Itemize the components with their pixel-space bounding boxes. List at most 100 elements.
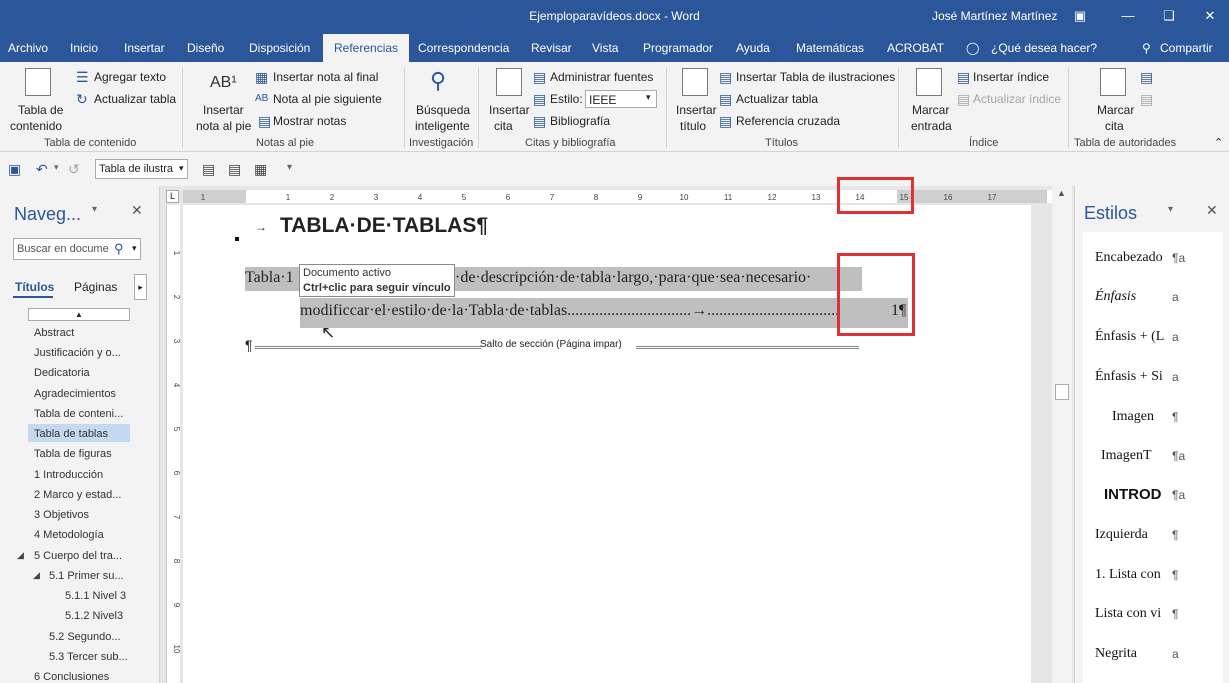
nav-item-marco[interactable]: 2 Marco y estad... (34, 489, 121, 501)
undo-dropdown-icon[interactable]: ▾ (54, 162, 59, 173)
nav-item-conclusiones[interactable]: 6 Conclusiones (34, 671, 109, 683)
vertical-ruler[interactable]: 1 2 3 4 5 6 7 8 9 10 (166, 205, 181, 683)
insert-citation-icon[interactable] (496, 68, 522, 96)
insert-index-button[interactable]: Insertar índice (973, 70, 1049, 84)
tab-diseno[interactable]: Diseño (187, 41, 224, 55)
styles-options-icon[interactable]: ▾ (1168, 204, 1173, 215)
tab-programador[interactable]: Programador (643, 41, 713, 55)
restore-icon[interactable]: ❏ (1158, 6, 1180, 26)
style-item-enfasis-l[interactable]: Énfasis + (L (1095, 329, 1164, 345)
footnote-icon[interactable]: AB¹ (210, 75, 237, 91)
insert-caption-line1[interactable]: Insertar (676, 103, 717, 117)
tab-matematicas[interactable]: Matemáticas (796, 41, 864, 55)
style-dropdown[interactable]: IEEE ▾ (585, 90, 657, 108)
close-icon[interactable]: ✕ (1199, 6, 1221, 26)
update-authorities-icon[interactable]: ▤ (1140, 92, 1153, 106)
tab-acrobat[interactable]: ACROBAT (887, 41, 944, 55)
nav-item-cuerpo[interactable]: 5 Cuerpo del tra... (34, 550, 122, 562)
update-table-button[interactable]: Actualizar tabla (94, 92, 176, 106)
tab-correspondencia[interactable]: Correspondencia (418, 41, 509, 55)
toc-entry-line1-start[interactable]: Tabla·1 (245, 269, 294, 287)
smart-lookup-line2[interactable]: inteligente (415, 119, 470, 133)
tab-archivo[interactable]: Archivo (8, 41, 48, 55)
insert-citation-line1[interactable]: Insertar (489, 103, 530, 117)
nav-item-tercer-sub[interactable]: 5.3 Tercer sub... (49, 651, 128, 663)
toc-button-line1[interactable]: Tabla de (18, 103, 63, 117)
nav-item-agradecimientos[interactable]: Agradecimientos (34, 388, 116, 400)
smart-lookup-icon[interactable]: ⚲ (430, 70, 446, 92)
chevron-right-icon[interactable]: ▸ (134, 274, 147, 300)
vertical-scrollbar[interactable]: ▲ (1052, 186, 1072, 683)
horizontal-ruler[interactable]: 1 1 2 3 4 5 6 7 8 9 10 11 12 13 14 15 16 17 (183, 190, 1063, 203)
nav-item-tabla-tablas[interactable]: Tabla de tablas (34, 428, 108, 440)
tab-revisar[interactable]: Revisar (531, 41, 572, 55)
nav-item-nivel3[interactable]: 5.1.2 Nivel3 (65, 610, 123, 622)
nav-item-segundo[interactable]: 5.2 Segundo... (49, 631, 121, 643)
update-index-button[interactable]: Actualizar índice (973, 92, 1061, 106)
update-table-figures-button[interactable]: Actualizar tabla (736, 92, 818, 106)
sitemap-icon[interactable]: ▦ (254, 162, 267, 176)
expand-triangle-icon[interactable]: ◢ (33, 570, 40, 581)
tab-insertar[interactable]: Insertar (124, 41, 165, 55)
insert-endnote-button[interactable]: Insertar nota al final (273, 70, 378, 84)
mark-entry-line1[interactable]: Marcar (912, 103, 949, 117)
toc-button-line2[interactable]: contenido (10, 119, 62, 133)
insert-footnote-line2[interactable]: nota al pie (196, 119, 251, 133)
ribbon-display-icon[interactable]: ▣ (1069, 6, 1091, 26)
insert-caption-line2[interactable]: título (680, 119, 706, 133)
nav-item-justificacion[interactable]: Justificación y o... (34, 347, 121, 359)
style-item-enfasis[interactable]: Énfasis (1095, 289, 1136, 305)
show-notes-button[interactable]: Mostrar notas (273, 114, 346, 128)
expand-triangle-icon[interactable]: ◢ (17, 550, 24, 561)
clipboard-icon[interactable]: ▤ (228, 162, 241, 176)
share-icon[interactable]: ⚲ (1142, 41, 1151, 55)
tab-paginas[interactable]: Páginas (74, 280, 117, 294)
cross-reference-button[interactable]: Referencia cruzada (736, 114, 840, 128)
nav-search-input[interactable]: Buscar en docume ⚲ ▾ (13, 238, 141, 260)
chevron-down-icon[interactable]: ▾ (132, 243, 137, 254)
bibliography-button[interactable]: Bibliografía (550, 114, 610, 128)
style-gallery-box[interactable]: Tabla de ilustra ▾ (95, 159, 188, 179)
toc-entry-line2[interactable]: modificcar·el·estilo·de·la·Tabla·de·tabl… (300, 302, 839, 320)
share-button[interactable]: Compartir (1160, 41, 1213, 55)
tab-inicio[interactable]: Inicio (70, 41, 98, 55)
mark-entry-line2[interactable]: entrada (911, 119, 952, 133)
nav-options-icon[interactable]: ▾ (92, 204, 97, 215)
add-text-button[interactable]: Agregar texto (94, 70, 166, 84)
customize-qat-icon[interactable]: ▾ (287, 162, 292, 173)
tab-disposicion[interactable]: Disposición (249, 41, 310, 55)
insert-caption-icon[interactable] (682, 68, 708, 96)
save-icon[interactable]: ▣ (8, 162, 21, 176)
nav-item-metodologia[interactable]: 4 Metodología (34, 529, 104, 541)
tab-titulos[interactable]: Títulos (15, 280, 54, 294)
scrollbar-thumb[interactable] (1055, 384, 1069, 400)
style-item-lista-con[interactable]: 1. Lista con (1095, 567, 1171, 583)
style-item-enfasis-si[interactable]: Énfasis + Si (1095, 369, 1163, 385)
style-item-introd[interactable]: INTROD (1104, 486, 1168, 503)
nav-item-objetivos[interactable]: 3 Objetivos (34, 509, 89, 521)
nav-item-dedicatoria[interactable]: Dedicatoria (34, 367, 90, 379)
mark-entry-icon[interactable] (916, 68, 942, 96)
nav-item-tabla-figuras[interactable]: Tabla de figuras (34, 448, 112, 460)
search-icon[interactable]: ⚲ (114, 241, 124, 257)
tab-referencias[interactable]: Referencias (323, 34, 410, 62)
minimize-icon[interactable]: — (1117, 6, 1139, 26)
user-name[interactable]: José Martínez Martínez (932, 9, 1057, 23)
collapse-ribbon-icon[interactable]: ⌃ (1214, 136, 1223, 149)
nav-item-primer-sub[interactable]: 5.1 Primer su... (49, 570, 124, 582)
tab-vista[interactable]: Vista (592, 41, 618, 55)
close-icon[interactable]: ✕ (1206, 202, 1218, 219)
nav-item-abstract[interactable]: Abstract (34, 327, 74, 339)
tab-ayuda[interactable]: Ayuda (736, 41, 770, 55)
style-item-negrita[interactable]: Negrita (1095, 646, 1137, 662)
smart-lookup-line1[interactable]: Búsqueda (416, 103, 470, 117)
nav-item-tabla-contenido[interactable]: Tabla de conteni... (34, 408, 123, 420)
table-icon[interactable]: ▤ (202, 162, 215, 176)
lightbulb-icon[interactable]: ◯ (966, 41, 979, 55)
style-item-imagen[interactable]: Imagen (1112, 409, 1154, 425)
style-item-encabezado[interactable]: Encabezado (1095, 250, 1163, 266)
mark-citation-icon[interactable] (1100, 68, 1126, 96)
style-item-izquierda[interactable]: Izquierda (1095, 527, 1148, 543)
tell-me-box[interactable]: ¿Qué desea hacer? (991, 41, 1097, 55)
scroll-up-icon[interactable]: ▲ (1057, 188, 1066, 198)
